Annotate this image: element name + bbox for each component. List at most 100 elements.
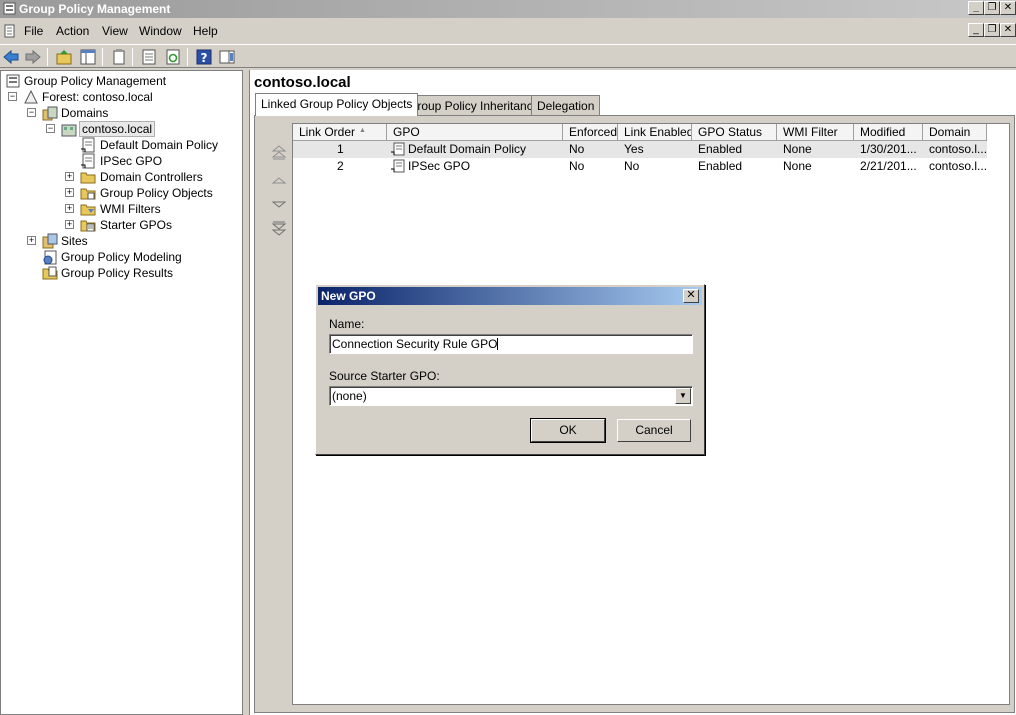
- toolbar-separator: [132, 48, 133, 66]
- tab-delegation[interactable]: Delegation: [531, 95, 601, 115]
- column-label: Link Order: [299, 125, 356, 139]
- clipboard-icon[interactable]: [110, 48, 128, 66]
- tree-node-sites[interactable]: + Sites: [1, 233, 241, 249]
- move-to-bottom-icon[interactable]: [269, 220, 289, 238]
- text-cursor: [497, 338, 499, 350]
- refresh-icon[interactable]: [164, 48, 182, 66]
- document-menu-icon[interactable]: [3, 24, 17, 38]
- tree-label: Default Domain Policy: [100, 138, 219, 152]
- move-down-icon[interactable]: [269, 196, 289, 214]
- expand-toggle[interactable]: +: [65, 188, 74, 197]
- tree-node-contoso-local[interactable]: − contoso.local: [1, 121, 241, 137]
- tree-node-domain-controllers[interactable]: + Domain Controllers: [1, 169, 241, 185]
- expand-toggle[interactable]: +: [65, 204, 74, 213]
- new-gpo-dialog: New GPO ✕ Name: Connection Security Rule…: [315, 284, 705, 455]
- cell-modified: 1/30/201...: [860, 142, 917, 156]
- tree-node-default-domain-policy[interactable]: Default Domain Policy: [1, 137, 241, 153]
- menu-view[interactable]: View: [102, 24, 128, 38]
- sites-icon: [42, 233, 58, 249]
- move-up-icon[interactable]: [269, 171, 289, 189]
- tab-group-policy-inheritance[interactable]: Group Policy Inheritance: [402, 95, 546, 115]
- child-minimize-button[interactable]: _: [968, 23, 984, 37]
- expand-toggle[interactable]: +: [27, 236, 36, 245]
- expand-toggle[interactable]: +: [65, 172, 74, 181]
- action-pane-icon[interactable]: [218, 48, 236, 66]
- column-header-enforced[interactable]: Enforced: [563, 124, 618, 141]
- up-folder-icon[interactable]: [55, 48, 73, 66]
- forward-arrow-icon[interactable]: [24, 48, 42, 66]
- tab-linked-group-policy-objects[interactable]: Linked Group Policy Objects: [255, 93, 419, 116]
- column-header-wmi-filter[interactable]: WMI Filter: [777, 124, 854, 141]
- table-row[interactable]: 2 IPSec GPO No No Enabled None 2/21/201.…: [293, 158, 987, 175]
- dialog-title-bar[interactable]: New GPO ✕: [318, 287, 702, 305]
- cell-link-order: 1: [337, 142, 344, 156]
- sort-ascending-icon: ▲: [359, 127, 366, 134]
- tree-node-forest[interactable]: − Forest: contoso.local: [1, 89, 241, 105]
- gpo-folder-icon: [80, 188, 96, 200]
- source-starter-gpo-value: (none): [332, 389, 367, 403]
- cell-wmi-filter: None: [783, 142, 812, 156]
- column-header-domain[interactable]: Domain: [923, 124, 987, 141]
- properties-icon[interactable]: [140, 48, 158, 66]
- cell-gpo-status: Enabled: [698, 159, 743, 173]
- column-header-link-order[interactable]: Link Order ▲: [293, 124, 387, 141]
- menu-bar: File Action View Window Help _ ❐ ✕: [0, 20, 1016, 42]
- minimize-button[interactable]: _: [968, 1, 984, 15]
- page-title: contoso.local: [254, 74, 351, 91]
- tree-node-group-policy-modeling[interactable]: Group Policy Modeling: [1, 249, 241, 265]
- source-starter-gpo-label: Source Starter GPO:: [329, 369, 440, 383]
- tree-node-domains[interactable]: − Domains: [1, 105, 241, 121]
- gpo-link-icon: [81, 137, 95, 153]
- results-icon: [42, 266, 58, 280]
- ok-button[interactable]: OK: [530, 418, 606, 443]
- toolbar-separator: [102, 48, 103, 66]
- child-restore-button[interactable]: ❐: [984, 23, 1000, 37]
- cell-enforced: No: [569, 159, 585, 173]
- column-header-link-enabled[interactable]: Link Enabled: [618, 124, 692, 141]
- cell-domain: contoso.l...: [929, 159, 988, 173]
- column-header-gpo-status[interactable]: GPO Status: [692, 124, 777, 141]
- modeling-icon: [43, 250, 57, 265]
- collapse-toggle[interactable]: −: [8, 92, 17, 101]
- menu-file[interactable]: File: [24, 24, 43, 38]
- tree-node-ipsec-gpo[interactable]: IPSec GPO: [1, 153, 241, 169]
- child-close-button[interactable]: ✕: [1000, 23, 1016, 37]
- menu-help[interactable]: Help: [193, 24, 218, 38]
- tree-label: Sites: [61, 234, 88, 248]
- cell-modified: 2/21/201...: [860, 159, 917, 173]
- window-title-bar[interactable]: Group Policy Management _ ❐ ✕: [0, 0, 1016, 18]
- tree-label: Domain Controllers: [100, 170, 203, 184]
- restore-button[interactable]: ❐: [984, 1, 1000, 15]
- gpo-name-input[interactable]: Connection Security Rule GPO: [329, 334, 693, 354]
- collapse-toggle[interactable]: −: [27, 108, 36, 117]
- cell-link-enabled: No: [624, 159, 640, 173]
- tree-label: Starter GPOs: [100, 218, 173, 232]
- tree-label: contoso.local: [79, 121, 156, 137]
- cancel-button[interactable]: Cancel: [617, 419, 691, 442]
- close-button[interactable]: ✕: [1000, 1, 1016, 15]
- menu-window[interactable]: Window: [139, 24, 182, 38]
- back-arrow-icon[interactable]: [2, 48, 20, 66]
- tree-node-group-policy-results[interactable]: Group Policy Results: [1, 265, 241, 281]
- column-header-gpo[interactable]: GPO: [387, 124, 563, 141]
- dialog-close-button[interactable]: ✕: [683, 289, 699, 303]
- cell-gpo-status: Enabled: [698, 142, 743, 156]
- move-to-top-icon[interactable]: [269, 143, 289, 161]
- tree-node-wmi-filters[interactable]: + WMI Filters: [1, 201, 241, 217]
- tree-node-starter-gpos[interactable]: + Starter GPOs: [1, 217, 241, 233]
- dropdown-arrow-icon[interactable]: ▼: [675, 388, 691, 404]
- dialog-title: New GPO: [321, 289, 376, 303]
- source-starter-gpo-select[interactable]: (none) ▼: [329, 386, 693, 406]
- collapse-toggle[interactable]: −: [46, 124, 55, 133]
- gpmc-app-icon: [3, 2, 16, 15]
- ou-folder-icon: [80, 172, 96, 184]
- show-hide-tree-icon[interactable]: [79, 48, 97, 66]
- tree-node-group-policy-management[interactable]: Group Policy Management: [1, 73, 241, 89]
- help-icon[interactable]: ?: [195, 48, 213, 66]
- menu-action[interactable]: Action: [56, 24, 89, 38]
- column-header-modified[interactable]: Modified: [854, 124, 923, 141]
- tree-label: WMI Filters: [100, 202, 161, 216]
- tree-node-group-policy-objects[interactable]: + Group Policy Objects: [1, 185, 241, 201]
- table-row[interactable]: 1 Default Domain Policy No Yes Enabled N…: [293, 141, 987, 158]
- expand-toggle[interactable]: +: [65, 220, 74, 229]
